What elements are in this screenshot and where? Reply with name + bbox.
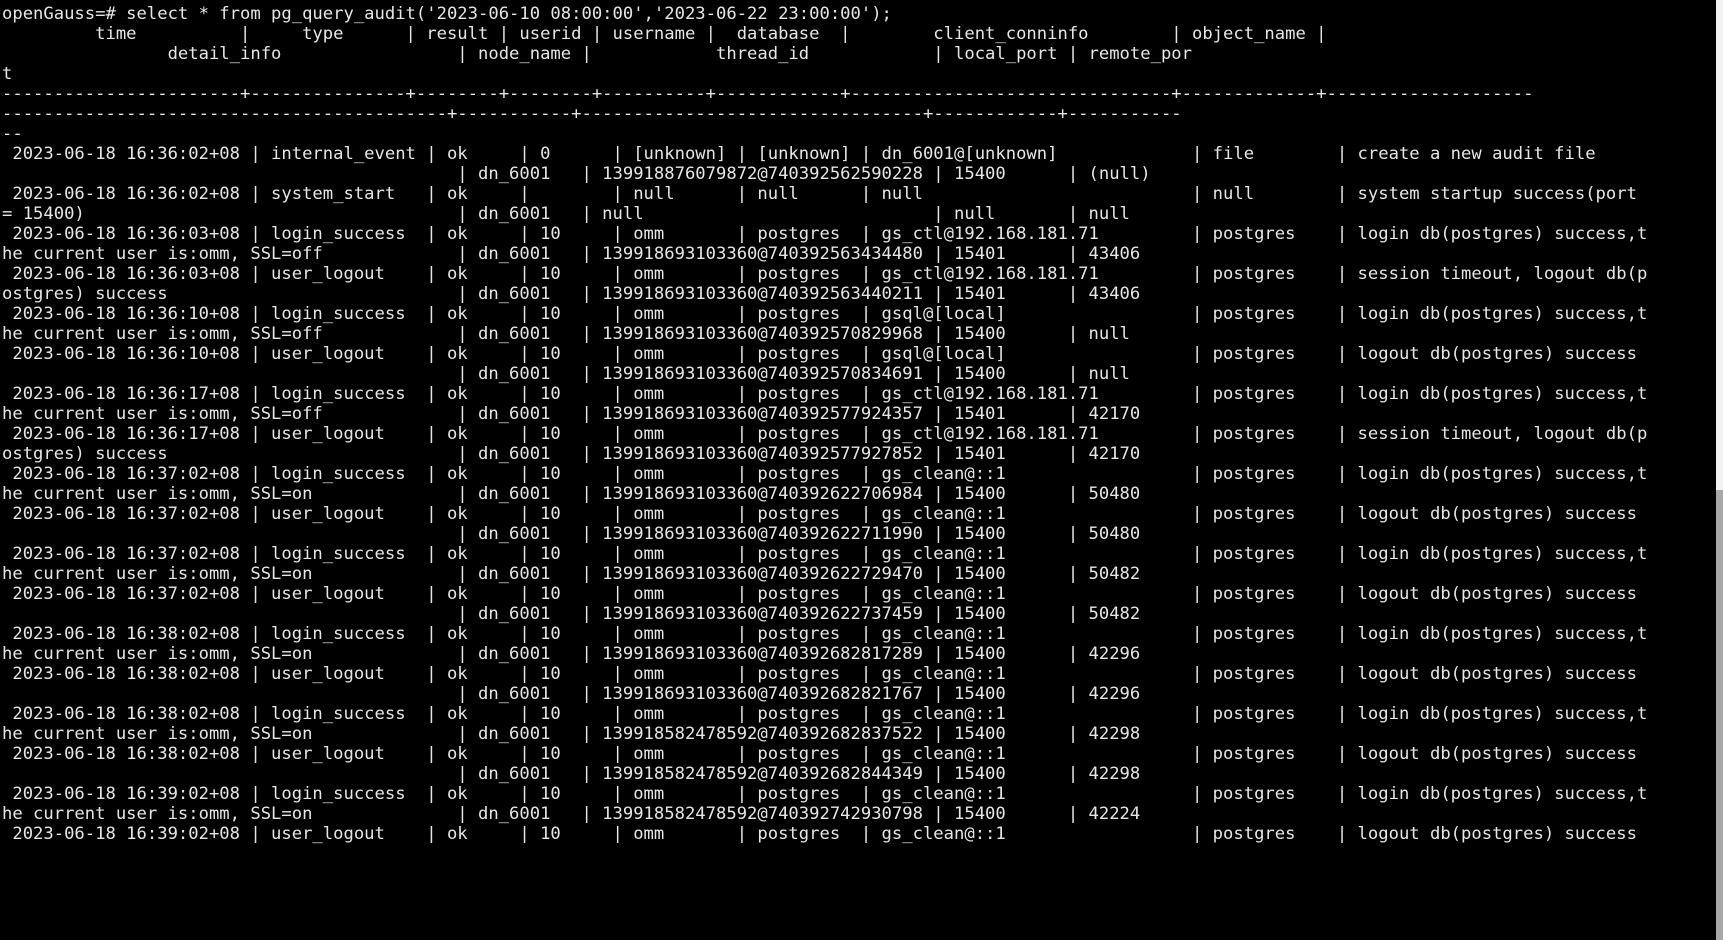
terminal-line: 2023-06-18 16:36:17+08 | user_logout | o… [2,424,1648,444]
terminal-line: 2023-06-18 16:36:03+08 | login_success |… [2,224,1648,244]
terminal-line: 2023-06-18 16:37:02+08 | user_logout | o… [2,584,1637,604]
terminal-line: ostgres) success | dn_6001 | 13991869310… [2,284,1141,304]
terminal-line: 2023-06-18 16:38:02+08 | login_success |… [2,704,1648,724]
terminal-line: openGauss=# select * from pg_query_audit… [2,4,892,24]
vertical-scrollbar-thumb[interactable] [1716,490,1723,940]
terminal-line: ----------------------------------------… [2,104,1182,124]
terminal-line: | dn_6001 | 139918582478592@740392682844… [2,764,1141,784]
terminal-line: 2023-06-18 16:38:02+08 | login_success |… [2,624,1648,644]
terminal-line: 2023-06-18 16:37:02+08 | login_success |… [2,544,1648,564]
terminal-line: = 15400) | dn_6001 | null | null | null [2,204,1130,224]
terminal-window: openGauss=# select * from pg_query_audit… [0,0,1723,940]
terminal-line: he current user is:omm, SSL=on | dn_6001… [2,724,1141,744]
terminal-line: -----------------------+---------------+… [2,84,1534,104]
terminal-line: | dn_6001 | 139918693103360@740392682821… [2,684,1141,704]
terminal-line: t [2,64,13,84]
terminal-line: detail_info | node_name | thread_id | lo… [2,44,1192,64]
terminal-line: | dn_6001 | 139918876079872@740392562590… [2,164,1151,184]
terminal-line: he current user is:omm, SSL=off | dn_600… [2,324,1130,344]
terminal-line: | dn_6001 | 139918693103360@740392622711… [2,524,1141,544]
terminal-line: 2023-06-18 16:36:10+08 | login_success |… [2,304,1648,324]
terminal-line: he current user is:omm, SSL=on | dn_6001… [2,644,1141,664]
terminal-line: he current user is:omm, SSL=on | dn_6001… [2,564,1141,584]
terminal-line: ostgres) success | dn_6001 | 13991869310… [2,444,1141,464]
terminal-line: 2023-06-18 16:36:02+08 | system_start | … [2,184,1637,204]
terminal-line: he current user is:omm, SSL=on | dn_6001… [2,804,1141,824]
terminal-line: 2023-06-18 16:38:02+08 | user_logout | o… [2,744,1637,764]
terminal-line: he current user is:omm, SSL=on | dn_6001… [2,484,1141,504]
terminal-line: 2023-06-18 16:36:02+08 | internal_event … [2,144,1596,164]
terminal-output-area[interactable]: openGauss=# select * from pg_query_audit… [0,0,1716,940]
terminal-line: he current user is:omm, SSL=off | dn_600… [2,244,1141,264]
terminal-line: time | type | result | userid | username… [2,24,1327,44]
terminal-line: | dn_6001 | 139918693103360@740392622737… [2,604,1141,624]
terminal-line: 2023-06-18 16:37:02+08 | login_success |… [2,464,1648,484]
terminal-line: -- [2,124,23,144]
terminal-line: 2023-06-18 16:37:02+08 | user_logout | o… [2,504,1637,524]
terminal-line: 2023-06-18 16:36:10+08 | user_logout | o… [2,344,1637,364]
terminal-line: 2023-06-18 16:36:17+08 | login_success |… [2,384,1648,404]
terminal-line: 2023-06-18 16:39:02+08 | login_success |… [2,784,1648,804]
terminal-line: 2023-06-18 16:39:02+08 | user_logout | o… [2,824,1637,844]
terminal-line: 2023-06-18 16:38:02+08 | user_logout | o… [2,664,1637,684]
terminal-line: | dn_6001 | 139918693103360@740392570834… [2,364,1130,384]
terminal-line: 2023-06-18 16:36:03+08 | user_logout | o… [2,264,1648,284]
vertical-scrollbar-track[interactable] [1716,0,1723,940]
terminal-line: he current user is:omm, SSL=off | dn_600… [2,404,1141,424]
